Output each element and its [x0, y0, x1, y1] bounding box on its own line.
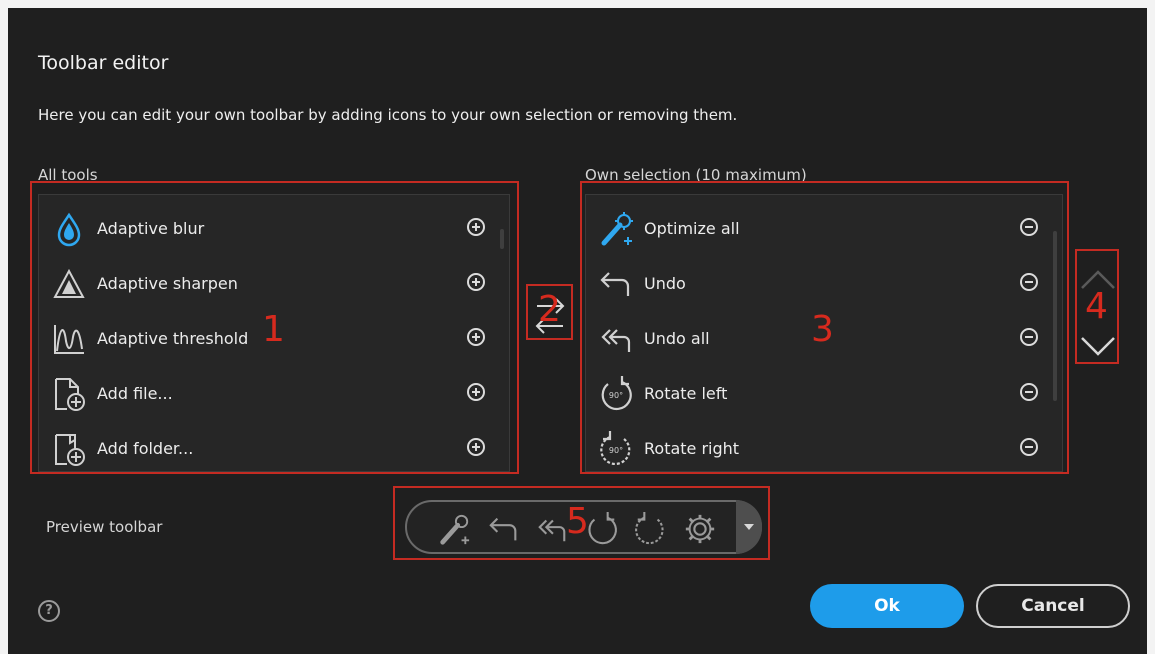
annotation-number-2: 2 [538, 289, 561, 330]
help-icon[interactable]: ? [38, 600, 60, 622]
toolbar-editor-dialog: Toolbar editor Here you can edit your ow… [8, 8, 1147, 654]
annotation-number-3: 3 [811, 309, 834, 350]
dialog-title: Toolbar editor [38, 52, 169, 74]
dialog-description: Here you can edit your own toolbar by ad… [38, 106, 738, 124]
annotation-number-5: 5 [566, 501, 589, 542]
preview-toolbar-label: Preview toolbar [46, 518, 163, 536]
ok-button[interactable]: Ok [810, 584, 964, 628]
annotation-number-1: 1 [262, 309, 285, 350]
annotation-number-4: 4 [1085, 286, 1108, 327]
cancel-button[interactable]: Cancel [976, 584, 1130, 628]
